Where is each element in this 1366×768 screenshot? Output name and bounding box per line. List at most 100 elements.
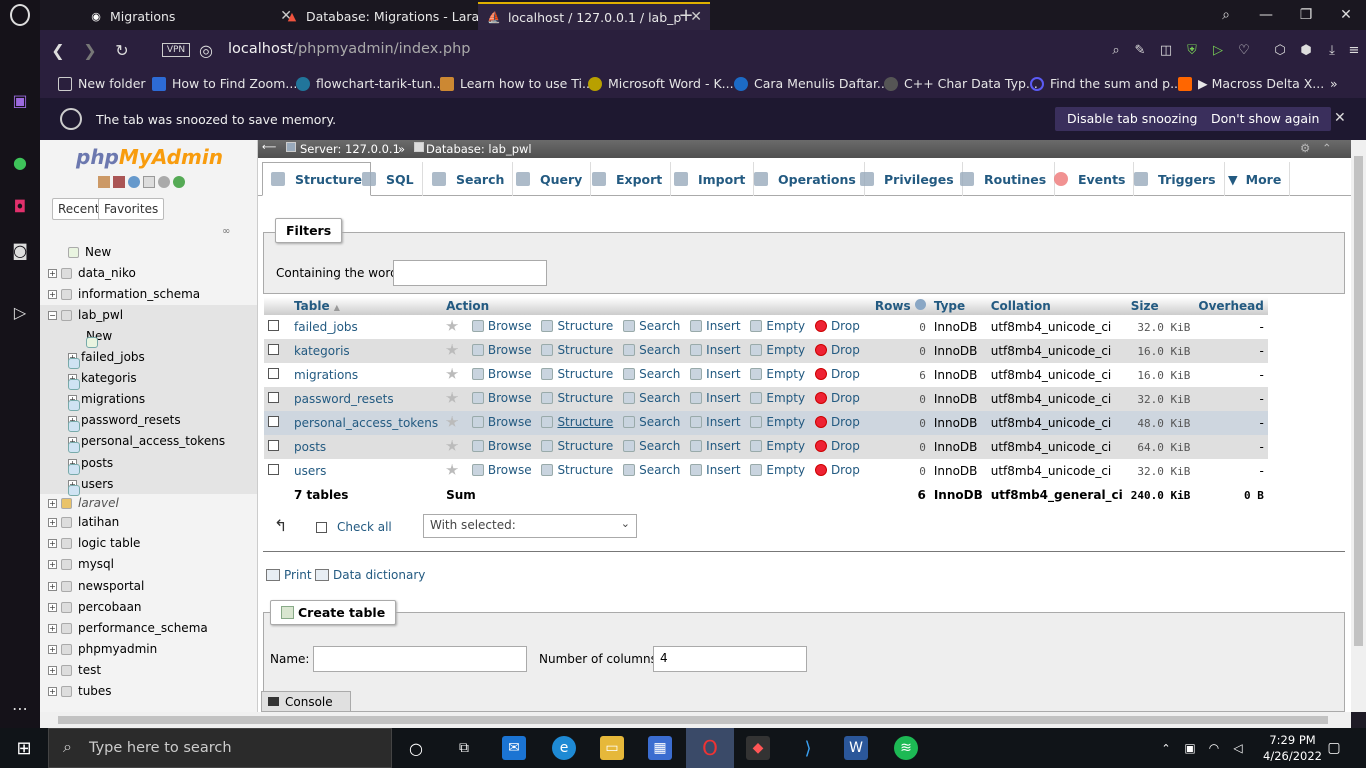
vscode-icon[interactable]: ⟩ bbox=[796, 736, 820, 760]
table-row[interactable]: failed_jobs Browse Structure Search Inse… bbox=[264, 315, 1268, 339]
taskbar-search[interactable]: ⌕ Type here to search bbox=[48, 728, 392, 768]
disable-snoozing-button[interactable]: Disable tab snoozing bbox=[1055, 107, 1210, 131]
empty-link[interactable]: Empty bbox=[750, 319, 805, 333]
play-icon[interactable]: ▷ bbox=[1208, 40, 1228, 60]
bookmark-item[interactable]: C++ Char Data Typ... bbox=[884, 76, 1038, 91]
row-checkbox[interactable] bbox=[268, 368, 279, 379]
expand-icon[interactable]: + bbox=[48, 268, 57, 278]
table-row[interactable]: posts Browse Structure Search Insert Emp… bbox=[264, 435, 1268, 459]
insert-link[interactable]: Insert bbox=[690, 463, 741, 477]
bookmark-item[interactable]: Learn how to use Ti... bbox=[440, 76, 594, 91]
browse-link[interactable]: Browse bbox=[471, 415, 532, 429]
notification-icon[interactable]: ▢ bbox=[1322, 736, 1346, 760]
camera-icon[interactable]: ◫ bbox=[1156, 40, 1176, 60]
shield-icon[interactable]: ⛨ bbox=[1182, 40, 1202, 60]
tree-db-phpmyadmin[interactable]: + phpmyadmin bbox=[48, 642, 157, 656]
send-icon[interactable]: ▷ bbox=[8, 300, 32, 324]
bookmark-item[interactable]: ▶ Macross Delta X... bbox=[1178, 76, 1324, 91]
row-checkbox[interactable] bbox=[268, 320, 279, 331]
link-icon[interactable]: ∞ bbox=[222, 226, 230, 237]
docs-icon[interactable] bbox=[143, 176, 155, 188]
row-checkbox[interactable] bbox=[268, 344, 279, 355]
table-row[interactable]: users Browse Structure Search Insert Emp… bbox=[264, 459, 1268, 483]
tree-db-logic-table[interactable]: + logic table bbox=[48, 536, 140, 550]
insert-link[interactable]: Insert bbox=[690, 343, 741, 357]
header-collation[interactable]: Collation bbox=[986, 297, 1127, 315]
table-row[interactable]: kategoris Browse Structure Search Insert… bbox=[264, 339, 1268, 363]
drop-link[interactable]: Drop bbox=[814, 391, 860, 405]
word-icon[interactable]: W bbox=[844, 736, 868, 760]
bookmarks-more-icon[interactable]: » bbox=[1330, 76, 1338, 91]
help-icon[interactable] bbox=[914, 299, 926, 310]
header-overhead[interactable]: Overhead bbox=[1194, 297, 1268, 315]
vertical-scrollbar[interactable] bbox=[1351, 140, 1366, 712]
breadcrumb-server[interactable]: Server: 127.0.0.1 bbox=[300, 142, 400, 156]
table-name-input[interactable] bbox=[313, 646, 527, 672]
row-checkbox[interactable] bbox=[268, 392, 279, 403]
print-link[interactable]: Print bbox=[266, 568, 312, 582]
collapse-icon[interactable]: ⟵ bbox=[262, 142, 276, 153]
structure-link[interactable]: Structure bbox=[541, 319, 613, 333]
spotify-icon[interactable]: ≋ bbox=[894, 736, 918, 760]
tree-table-migrations[interactable]: + migrations bbox=[68, 392, 145, 411]
with-selected-select[interactable]: With selected: ⌄ bbox=[423, 514, 637, 538]
table-name-link[interactable]: personal_access_tokens bbox=[290, 411, 443, 435]
structure-link[interactable]: Structure bbox=[541, 367, 613, 381]
drop-link[interactable]: Drop bbox=[814, 415, 860, 429]
restore-button[interactable]: ❐ bbox=[1286, 0, 1326, 30]
forward-icon[interactable]: ❯ bbox=[78, 38, 102, 62]
settings-icon[interactable] bbox=[158, 176, 170, 188]
columns-input[interactable]: 4 bbox=[653, 646, 807, 672]
empty-link[interactable]: Empty bbox=[750, 367, 805, 381]
row-checkbox[interactable] bbox=[268, 440, 279, 451]
expand-icon[interactable]: + bbox=[48, 538, 57, 548]
size[interactable]: 32.0 KiB bbox=[1126, 459, 1195, 483]
menu-icon[interactable]: ≡ bbox=[1344, 40, 1364, 60]
scrollbar-thumb[interactable] bbox=[58, 716, 1328, 724]
bookmark-item[interactable]: Cara Menulis Daftar... bbox=[734, 76, 889, 91]
clock[interactable]: 7:29 PM 4/26/2022 bbox=[1263, 732, 1322, 764]
favorite-icon[interactable] bbox=[446, 344, 462, 356]
heart-icon[interactable]: ♡ bbox=[1234, 40, 1254, 60]
browse-link[interactable]: Browse bbox=[471, 367, 532, 381]
minimize-button[interactable]: — bbox=[1246, 0, 1286, 30]
back-icon[interactable]: ❮ bbox=[46, 38, 70, 62]
reload-icon[interactable] bbox=[173, 176, 185, 188]
dont-show-again-button[interactable]: Don't show again bbox=[1199, 107, 1332, 131]
row-checkbox[interactable] bbox=[268, 464, 279, 475]
tab-more[interactable]: ▼ More bbox=[1220, 162, 1291, 196]
search-link[interactable]: Search bbox=[623, 439, 680, 453]
expand-icon[interactable]: + bbox=[48, 517, 57, 527]
expand-icon[interactable]: + bbox=[48, 644, 57, 654]
favorite-icon[interactable] bbox=[446, 392, 462, 404]
expand-icon[interactable]: + bbox=[48, 581, 57, 591]
url-field[interactable]: localhost/phpmyadmin/index.php bbox=[228, 41, 470, 57]
discord-icon[interactable]: ◙ bbox=[8, 238, 32, 262]
pma-logo[interactable]: phpMyAdmin bbox=[76, 145, 223, 169]
volume-icon[interactable]: ◁ bbox=[1226, 736, 1250, 760]
network-device-icon[interactable]: ▣ bbox=[1178, 736, 1202, 760]
data-dictionary-link[interactable]: Data dictionary bbox=[315, 568, 425, 582]
twitch-icon[interactable]: ▣ bbox=[8, 88, 32, 112]
tree-db-percobaan[interactable]: + percobaan bbox=[48, 600, 142, 614]
tree-db-newsportal[interactable]: + newsportal bbox=[48, 579, 144, 593]
git-kraken-icon[interactable]: ◆ bbox=[746, 736, 770, 760]
tab-query[interactable]: Query bbox=[508, 162, 592, 196]
header-size[interactable]: Size bbox=[1126, 297, 1195, 315]
tab-events[interactable]: Events bbox=[1046, 162, 1135, 196]
tab-database-migrations[interactable]: ▲ Database: Migrations - Lara ✕ bbox=[276, 2, 510, 30]
check-all[interactable]: Check all bbox=[316, 520, 392, 534]
console-toggle[interactable]: Console bbox=[261, 691, 351, 712]
tree-db-tubes[interactable]: + tubes bbox=[48, 684, 112, 698]
tree-db-performance-schema[interactable]: + performance_schema bbox=[48, 621, 208, 635]
insert-link[interactable]: Insert bbox=[690, 415, 741, 429]
structure-link[interactable]: Structure bbox=[541, 391, 613, 405]
bookmark-item[interactable]: Find the sum and p... bbox=[1030, 76, 1182, 91]
tree-table-posts[interactable]: + posts bbox=[68, 456, 113, 475]
collapse-icon[interactable]: − bbox=[48, 310, 57, 320]
vpn-badge[interactable]: VPN bbox=[162, 43, 190, 57]
favorites-button[interactable]: Favorites bbox=[98, 198, 165, 220]
tab-search[interactable]: Search bbox=[424, 162, 514, 196]
horizontal-scrollbar[interactable] bbox=[40, 712, 1351, 728]
tree-db-lab-pwl[interactable]: − lab_pwl bbox=[48, 308, 123, 322]
